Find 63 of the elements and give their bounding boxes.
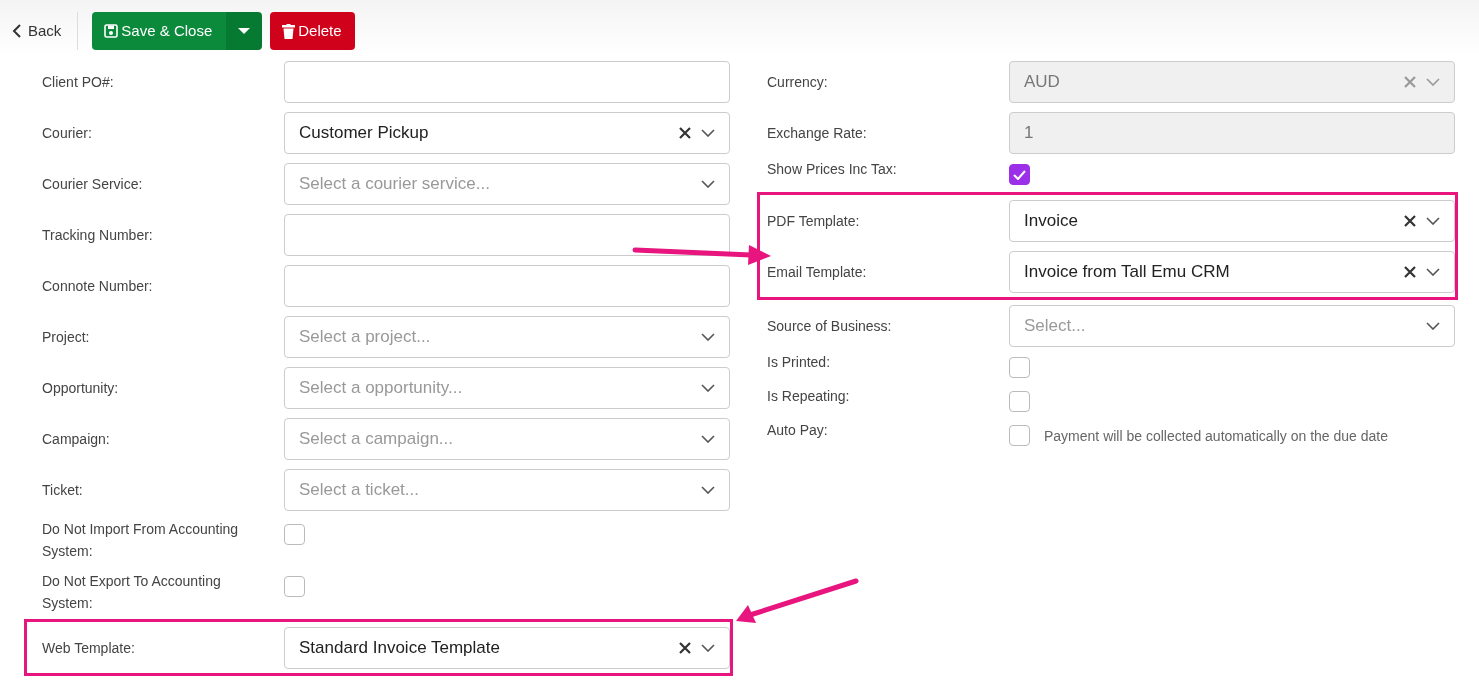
input-field[interactable]: [284, 213, 730, 256]
chevron-down-icon[interactable]: [1426, 216, 1440, 225]
field-label: Ticket:: [42, 480, 84, 500]
field-label: Opportunity:: [42, 378, 120, 398]
field-label: Project:: [42, 327, 91, 347]
field-label: Do Not Export To Accounting System:: [42, 572, 222, 613]
select-field[interactable]: Select a campaign...: [284, 417, 730, 460]
chevron-down-icon[interactable]: [1426, 321, 1440, 330]
chevron-down-icon[interactable]: [701, 383, 715, 392]
select-field[interactable]: Select a courier service...: [284, 162, 730, 205]
trash-icon: [282, 23, 296, 39]
select-field[interactable]: Select a project...: [284, 315, 730, 358]
checkbox[interactable]: [1009, 357, 1030, 378]
checkbox[interactable]: [284, 576, 305, 597]
field-label: Source of Business:: [767, 316, 893, 336]
field-label: Client PO#:: [42, 72, 115, 92]
field-label: Email Template:: [767, 262, 868, 282]
checkbox[interactable]: [284, 524, 305, 545]
chevron-down-icon[interactable]: [701, 179, 715, 188]
field-label: Is Repeating:: [767, 387, 851, 406]
clear-icon[interactable]: [1404, 265, 1416, 278]
select-field[interactable]: Select a opportunity...: [284, 366, 730, 409]
back-button[interactable]: Back: [10, 12, 64, 50]
checkbox[interactable]: [1009, 391, 1030, 412]
checkbox[interactable]: [1009, 164, 1030, 185]
check-icon: [1013, 169, 1026, 180]
help-text: Payment will be collected automatically on the due date: [1044, 427, 1388, 446]
field-label: PDF Template:: [767, 211, 861, 231]
caret-icon: [238, 27, 251, 35]
save-close-button[interactable]: Save & Close: [92, 12, 227, 50]
chevron-down-icon[interactable]: [701, 643, 715, 652]
field-label: Campaign:: [42, 429, 111, 449]
field-label: Currency:: [767, 72, 829, 92]
chevron-down-icon[interactable]: [701, 434, 715, 443]
chevron-down-icon[interactable]: [701, 128, 715, 137]
select-field[interactable]: Standard Invoice Template: [284, 626, 730, 669]
delete-button[interactable]: Delete: [270, 12, 355, 50]
chevron-down-icon[interactable]: [701, 485, 715, 494]
select-field[interactable]: Invoice from Tall Emu CRM: [1009, 250, 1455, 293]
field-label: Do Not Import From Accounting System:: [42, 520, 240, 561]
field-label: Tracking Number:: [42, 225, 154, 245]
select-field[interactable]: Select...: [1009, 304, 1455, 347]
select-field[interactable]: Select a ticket...: [284, 468, 730, 511]
clear-icon[interactable]: [679, 126, 691, 139]
input-field[interactable]: [284, 60, 730, 103]
field-label: Exchange Rate:: [767, 123, 868, 143]
chevron-down-icon[interactable]: [1426, 267, 1440, 276]
field-label: Courier Service:: [42, 174, 144, 194]
field-label: Connote Number:: [42, 276, 154, 296]
dropdown-toggle[interactable]: [226, 12, 263, 50]
select-field[interactable]: Customer Pickup: [284, 111, 730, 154]
chevron-down-icon[interactable]: [701, 332, 715, 341]
field-label: Show Prices Inc Tax:: [767, 160, 898, 179]
field-label: Web Template:: [42, 638, 136, 658]
field-label: Is Printed:: [767, 353, 832, 372]
field-label: Courier:: [42, 123, 93, 143]
input-field[interactable]: [284, 264, 730, 307]
checkbox[interactable]: [1009, 425, 1030, 446]
chevron-left-icon: [12, 24, 22, 38]
select-field[interactable]: Invoice: [1009, 199, 1455, 242]
clear-icon[interactable]: [1404, 214, 1416, 227]
field-label: Auto Pay:: [767, 421, 829, 440]
clear-icon[interactable]: [679, 641, 691, 654]
